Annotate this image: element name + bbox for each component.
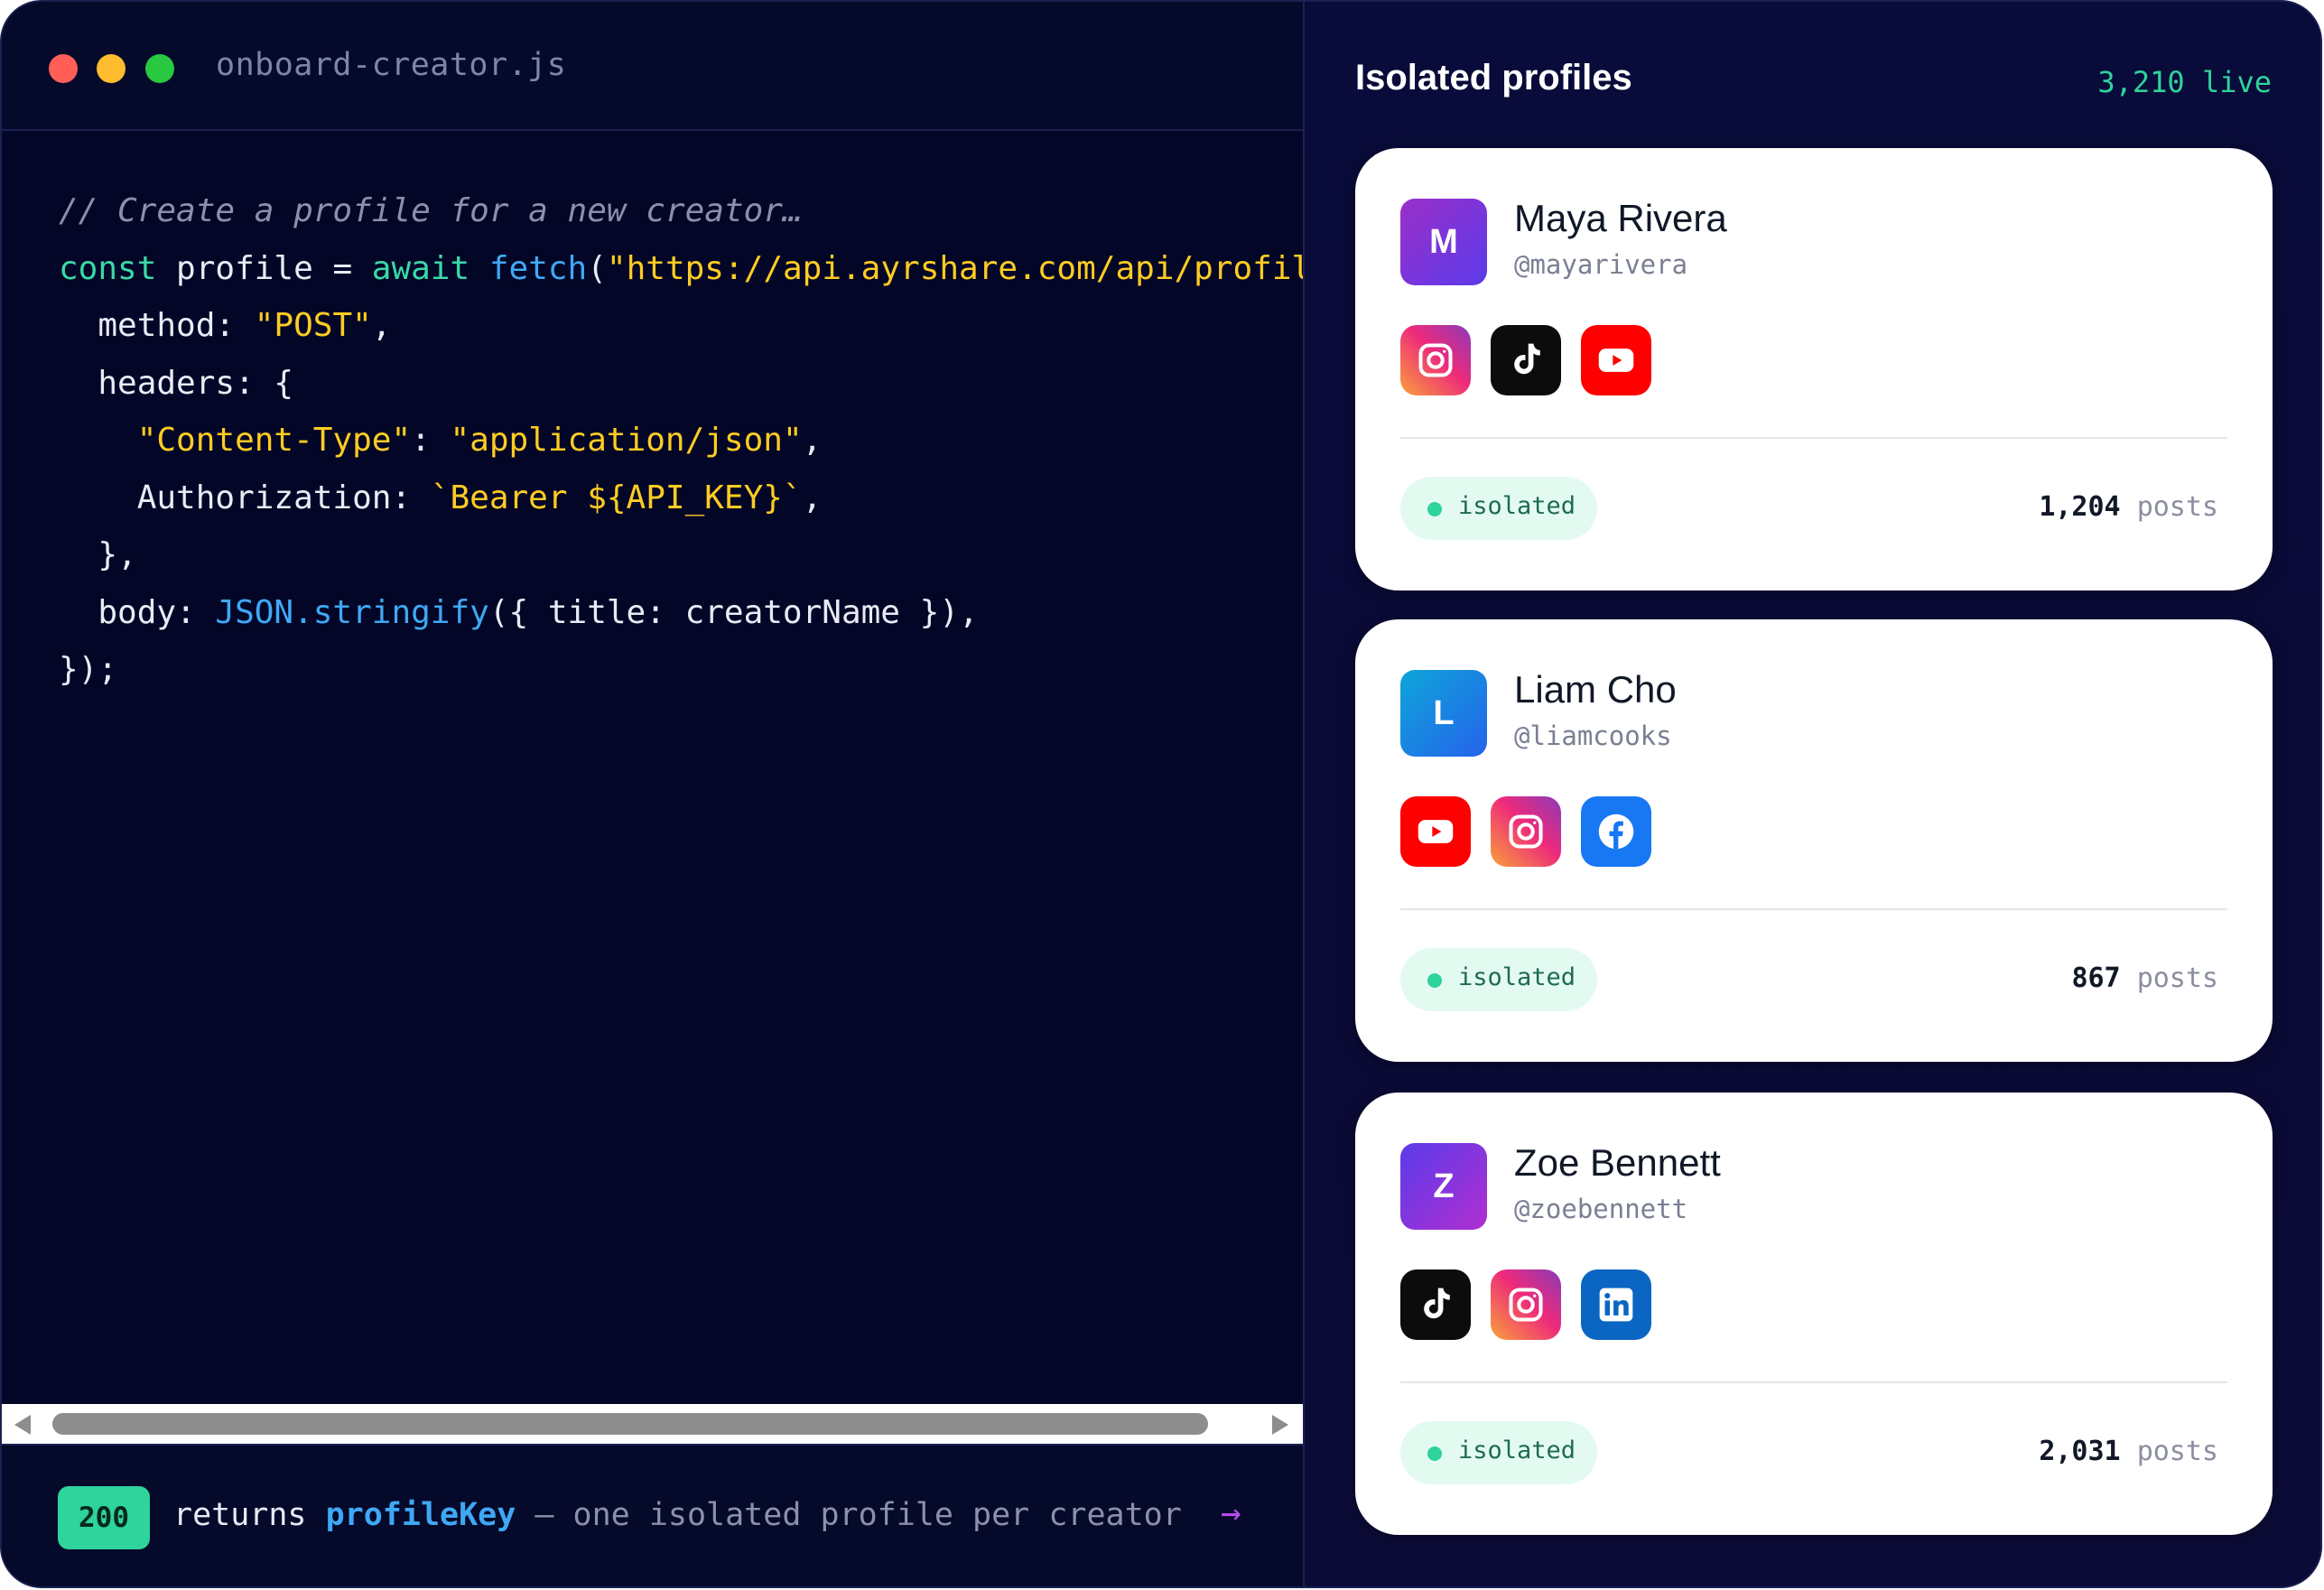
profiles-panel: Isolated profiles 3,210 live M Maya River… [1303, 2, 2320, 1586]
code-line: "Content-Type": "application/json", [59, 412, 1428, 470]
code-line: const profile = await fetch("https://api… [59, 240, 1428, 298]
code-token: ({ title: creatorName }), [488, 593, 979, 631]
file-name: onboard-creator.js [216, 47, 567, 83]
code-token: , [802, 479, 823, 516]
response-footer: 200 returns profileKey — one isolated pr… [2, 1444, 1303, 1586]
arrow-right-icon[interactable]: → [1221, 1492, 1241, 1532]
code-editor-pane: onboard-creator.js // Create a profile f… [2, 2, 1428, 1586]
facebook-icon[interactable] [1581, 796, 1651, 867]
code-token: method: [59, 307, 255, 344]
code-token: , [371, 307, 392, 344]
scrollbar-thumb[interactable] [52, 1413, 1208, 1435]
returns-label: returns [173, 1497, 307, 1533]
post-count: 867 posts [2071, 962, 2218, 994]
minimize-window-button[interactable] [97, 54, 125, 83]
avatar: M [1400, 199, 1487, 285]
avatar: L [1400, 670, 1487, 757]
instagram-icon[interactable] [1491, 796, 1561, 867]
code-token: fetch [488, 249, 588, 287]
youtube-icon[interactable] [1400, 796, 1471, 867]
code-token: : [411, 422, 451, 459]
status-badge: isolated [1400, 948, 1597, 1011]
code-token: }); [59, 651, 118, 688]
code-token: }, [59, 536, 137, 573]
maximize-window-button[interactable] [145, 54, 174, 83]
post-count-unit: posts [2136, 962, 2218, 994]
tiktok-icon[interactable] [1491, 325, 1561, 395]
linkedin-icon[interactable] [1581, 1269, 1651, 1340]
horizontal-scrollbar[interactable] [2, 1404, 1303, 1444]
response-detail: — one isolated profile per creator [516, 1497, 1182, 1533]
card-divider [1400, 908, 2227, 910]
status-dot-icon [1427, 973, 1442, 988]
code-line: }, [59, 526, 1428, 584]
post-count-value: 2,031 [2039, 1436, 2121, 1467]
youtube-icon[interactable] [1581, 325, 1651, 395]
code-token: JSON.stringify [215, 593, 489, 631]
response-description: returns profileKey — one isolated profil… [173, 1497, 1182, 1533]
status-label: isolated [1458, 963, 1576, 991]
status-badge: isolated [1400, 1421, 1597, 1484]
code-line: headers: { [59, 355, 1428, 413]
code-token: "Content-Type" [136, 422, 412, 459]
live-count: 3,210 live [2097, 65, 2272, 99]
status-dot-icon [1427, 502, 1442, 516]
code-token: ( [587, 249, 607, 287]
card-divider [1400, 1381, 2227, 1383]
status-dot-icon [1427, 1446, 1442, 1461]
code-token: // Create a profile for a new creator… [59, 192, 803, 229]
code-token: `Bearer ${API_KEY}` [430, 479, 803, 516]
code-token: headers: { [59, 364, 294, 402]
instagram-icon[interactable] [1491, 1269, 1561, 1340]
post-count-unit: posts [2136, 1436, 2218, 1467]
post-count-value: 1,204 [2039, 491, 2121, 523]
code-block[interactable]: // Create a profile for a new creator… co… [59, 182, 1428, 699]
code-token: body: [59, 593, 216, 631]
status-label: isolated [1458, 492, 1576, 520]
profile-card[interactable]: M Maya Rivera @mayarivera isolated 1,204 pos… [1355, 148, 2273, 590]
profile-card[interactable]: Z Zoe Bennett @zoebennett isolated 2,031 pos… [1355, 1093, 2273, 1535]
editor-titlebar: onboard-creator.js [2, 2, 1303, 131]
post-count: 1,204 posts [2039, 491, 2218, 523]
profile-name: Liam Cho [1514, 668, 1677, 711]
profile-handle: @zoebennett [1514, 1194, 1688, 1224]
profile-name: Zoe Bennett [1514, 1141, 1721, 1184]
scroll-right-arrow-icon[interactable] [1272, 1415, 1288, 1435]
profile-name: Maya Rivera [1514, 197, 1727, 239]
code-line: // Create a profile for a new creator… [59, 182, 1428, 240]
code-token: "https://api.ayrshare.com/api/profiles" [606, 249, 1371, 287]
code-line: body: JSON.stringify({ title: creatorNam… [59, 584, 1428, 642]
profile-handle: @mayarivera [1514, 249, 1688, 280]
scroll-left-arrow-icon[interactable] [14, 1415, 31, 1435]
code-token: profile = [156, 249, 372, 287]
card-divider [1400, 437, 2227, 439]
status-badge: isolated [1400, 477, 1597, 540]
close-window-button[interactable] [49, 54, 78, 83]
instagram-icon[interactable] [1400, 325, 1471, 395]
post-count-value: 867 [2071, 962, 2121, 994]
code-token: "application/json" [450, 422, 803, 459]
status-code-badge: 200 [58, 1486, 150, 1549]
code-token: Authorization: [59, 479, 431, 516]
profile-card[interactable]: L Liam Cho @liamcooks isolated 867 posts [1355, 619, 2273, 1062]
tiktok-icon[interactable] [1400, 1269, 1471, 1340]
app-window: onboard-creator.js // Create a profile f… [0, 0, 2322, 1588]
status-label: isolated [1458, 1437, 1576, 1464]
code-line: method: "POST", [59, 297, 1428, 355]
code-line: Authorization: `Bearer ${API_KEY}`, [59, 470, 1428, 527]
code-token: await [371, 249, 470, 287]
avatar: Z [1400, 1143, 1487, 1230]
code-token: const [59, 249, 157, 287]
code-token: "POST" [254, 307, 372, 344]
code-token: , [802, 422, 823, 459]
post-count-unit: posts [2136, 491, 2218, 523]
profile-key-name: profileKey [325, 1497, 516, 1533]
panel-title: Isolated profiles [1355, 58, 1632, 98]
post-count: 2,031 posts [2039, 1436, 2218, 1467]
profile-handle: @liamcooks [1514, 721, 1672, 751]
code-line: }); [59, 641, 1428, 699]
